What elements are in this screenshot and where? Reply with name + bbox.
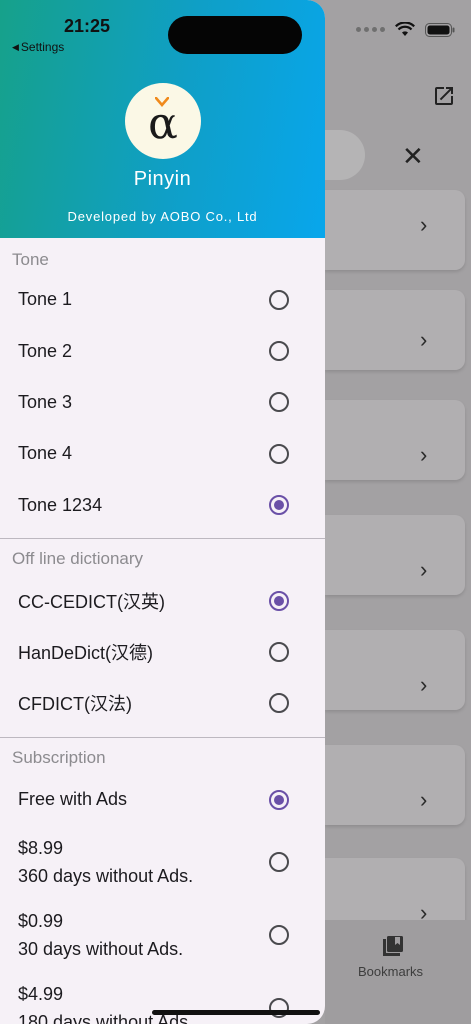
bookmarks-icon[interactable] (382, 935, 404, 962)
subscription-options: Free with Ads $8.99 360 days without Ads… (0, 774, 325, 1024)
option-tone-4[interactable]: Tone 4 (0, 428, 325, 479)
status-bar-right (356, 22, 455, 37)
radio-icon[interactable] (269, 998, 289, 1019)
tone-options: Tone 1 Tone 2 Tone 3 Tone 4 Tone 1234 (0, 274, 325, 531)
radio-icon[interactable] (269, 443, 289, 464)
list-item[interactable] (325, 290, 465, 370)
option-free-with-ads[interactable]: Free with Ads (0, 774, 325, 825)
option-label: Free with Ads (18, 789, 128, 810)
option-label: HanDeDict(汉德) (18, 643, 154, 664)
list-item[interactable] (325, 400, 465, 480)
back-arrow-icon: ◀ (12, 41, 19, 52)
status-time: 21:25 (64, 16, 111, 36)
wifi-icon (395, 22, 415, 37)
option-handedict[interactable]: HanDeDict(汉德) (0, 626, 325, 677)
radio-icon[interactable] (269, 925, 289, 946)
chevron-right-icon: › (420, 212, 428, 237)
battery-icon (425, 22, 455, 37)
option-label: $8.99 360 days without Ads. (18, 834, 193, 890)
list-item[interactable] (325, 190, 465, 270)
chevron-right-icon: › (420, 557, 428, 582)
radio-icon[interactable] (269, 392, 289, 413)
chevron-right-icon: › (420, 442, 428, 467)
option-price: $8.99 (18, 838, 64, 859)
radio-icon[interactable] (269, 852, 289, 873)
option-cc-cedict[interactable]: CC-CEDICT(汉英) (0, 575, 325, 626)
settings-drawer: 21:25 ◀ Settings α Pinyin Developed by A… (0, 0, 325, 1024)
back-label: Settings (20, 40, 65, 54)
close-icon[interactable]: ✕ (402, 143, 424, 169)
home-indicator (152, 1010, 320, 1015)
option-label: Tone 2 (18, 340, 73, 361)
chevron-right-icon: › (420, 672, 428, 697)
dictionary-options: CC-CEDICT(汉英) HanDeDict(汉德) CFDICT(汉法) (0, 575, 325, 729)
option-cfdict[interactable]: CFDICT(汉法) (0, 678, 325, 729)
list-item[interactable] (325, 745, 465, 825)
option-description: 360 days without Ads. (18, 866, 194, 887)
option-30-days[interactable]: $0.99 30 days without Ads. (0, 899, 325, 972)
search-field[interactable] (325, 130, 365, 180)
option-label: $0.99 30 days without Ads. (18, 907, 183, 963)
option-tone-3[interactable]: Tone 3 (0, 377, 325, 428)
drawer-header: 21:25 ◀ Settings α Pinyin Developed by A… (0, 0, 325, 238)
chevron-right-icon: › (420, 327, 428, 352)
list-item[interactable] (325, 630, 465, 710)
option-label: CC-CEDICT(汉英) (18, 591, 165, 612)
chevron-right-icon: › (420, 787, 428, 812)
option-price: $4.99 (18, 984, 64, 1005)
back-to-settings-link[interactable]: ◀ Settings (12, 40, 64, 54)
option-price: $0.99 (18, 911, 64, 932)
option-label: CFDICT(汉法) (18, 694, 132, 715)
option-tone-1[interactable]: Tone 1 (0, 274, 325, 325)
app-logo: α (125, 83, 201, 159)
radio-icon[interactable] (269, 642, 289, 663)
dynamic-island (168, 16, 302, 54)
option-label: Tone 4 (18, 443, 73, 464)
radio-icon[interactable] (269, 693, 289, 714)
option-label: Tone 1234 (18, 494, 103, 515)
option-tone-2[interactable]: Tone 2 (0, 325, 325, 376)
option-label: Tone 1 (18, 289, 73, 310)
option-description: 30 days without Ads. (18, 939, 184, 960)
radio-selected-icon[interactable] (269, 789, 289, 810)
radio-selected-icon[interactable] (269, 495, 289, 516)
tab-bookmarks-label[interactable]: Bookmarks (358, 964, 423, 979)
option-180-days[interactable]: $4.99 180 days without Ads (0, 972, 325, 1024)
external-link-icon[interactable] (432, 84, 456, 113)
radio-selected-icon[interactable] (269, 590, 289, 611)
cellular-signal-icon (356, 27, 385, 32)
option-label: $4.99 180 days without Ads (18, 980, 188, 1024)
option-label: Tone 3 (18, 391, 73, 412)
option-tone-1234[interactable]: Tone 1234 (0, 480, 325, 531)
list-item[interactable] (325, 515, 465, 595)
option-360-days[interactable]: $8.99 360 days without Ads. (0, 826, 325, 899)
developer-credit: Developed by AOBO Co., Ltd (67, 209, 258, 224)
logo-glyph: α (148, 97, 178, 149)
radio-icon[interactable] (269, 289, 289, 310)
radio-icon[interactable] (269, 341, 289, 362)
app-name: Pinyin (133, 168, 192, 190)
